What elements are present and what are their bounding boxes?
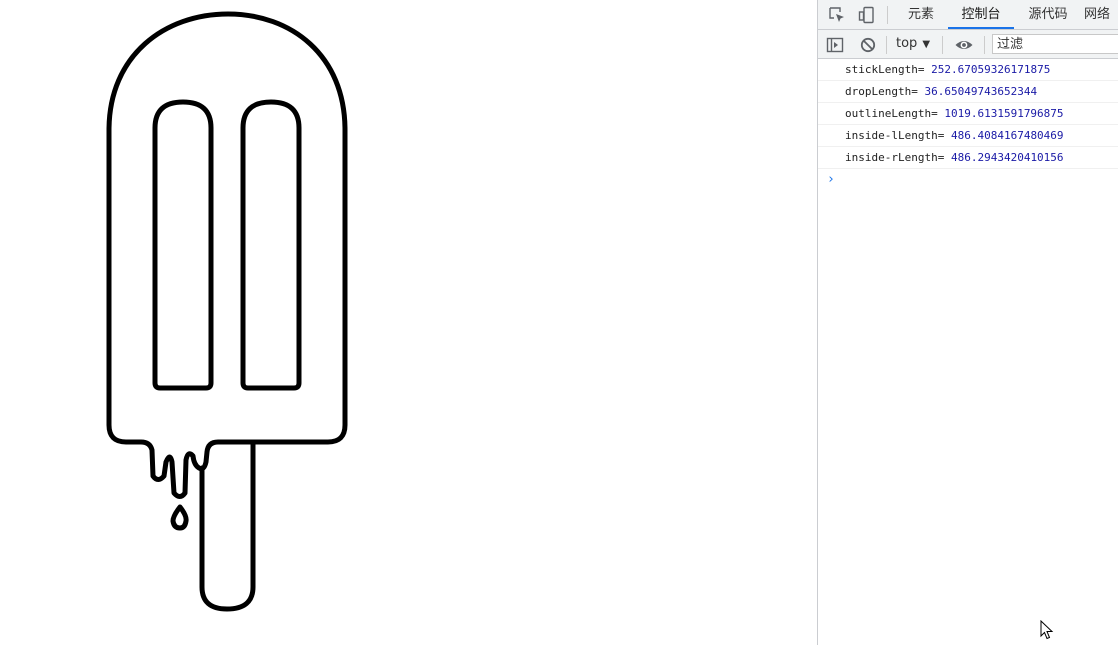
console-log-row: inside-lLength= 486.4084167480469 (818, 125, 1118, 147)
inside-right-slot (240, 99, 302, 391)
popsicle-outline (106, 11, 348, 499)
tab-sources[interactable]: 源代码 (1020, 0, 1076, 29)
toolbar-separator (984, 36, 985, 54)
console-toolbar: top ▼ (818, 30, 1118, 59)
log-key: stickLength= (845, 63, 925, 76)
filter-input[interactable] (992, 34, 1118, 54)
toolbar-separator (942, 36, 943, 54)
log-value: 486.4084167480469 (950, 129, 1064, 142)
tab-network[interactable]: 网络 (1084, 0, 1118, 29)
drip-drop (170, 504, 189, 531)
log-key: dropLength= (845, 85, 918, 98)
log-key: outlineLength= (845, 107, 938, 120)
eye-icon[interactable] (954, 36, 974, 54)
devtools-panel: 元素 控制台 源代码 网络 top ▼ stickLength= 252.6705… (817, 0, 1118, 645)
toolbar-separator (886, 36, 887, 54)
sidebar-toggle-icon[interactable] (826, 36, 844, 54)
log-key: inside-lLength= (845, 129, 945, 142)
popsicle-stick (199, 441, 256, 612)
log-value: 486.2943420410156 (950, 151, 1064, 164)
console-output: stickLength= 252.67059326171875 dropLeng… (818, 59, 1118, 191)
log-key: inside-rLength= (845, 151, 945, 164)
render-canvas (0, 0, 817, 645)
context-label: top (896, 36, 918, 51)
inspect-icon[interactable] (828, 6, 846, 24)
console-log-row: dropLength= 36.65049743652344 (818, 81, 1118, 103)
console-log-row: inside-rLength= 486.2943420410156 (818, 147, 1118, 169)
log-value: 252.67059326171875 (931, 63, 1051, 76)
console-log-row: outlineLength= 1019.6131591796875 (818, 103, 1118, 125)
log-value: 1019.6131591796875 (944, 107, 1064, 120)
console-log-row: stickLength= 252.67059326171875 (818, 59, 1118, 81)
devtools-tab-bar: 元素 控制台 源代码 网络 (818, 0, 1118, 30)
mouse-cursor-icon (1040, 620, 1054, 640)
log-value: 36.65049743652344 (924, 85, 1038, 98)
console-prompt[interactable]: › (818, 169, 1118, 191)
dropdown-arrow-icon: ▼ (922, 39, 931, 50)
inside-left-slot (152, 99, 214, 391)
tab-separator (887, 6, 888, 24)
tab-elements[interactable]: 元素 (900, 0, 942, 29)
context-selector[interactable]: top ▼ (896, 35, 930, 53)
tab-console[interactable]: 控制台 (948, 0, 1014, 29)
clear-console-icon[interactable] (859, 36, 877, 54)
popsicle-drawing (106, 11, 348, 612)
device-toolbar-icon[interactable] (858, 6, 876, 24)
